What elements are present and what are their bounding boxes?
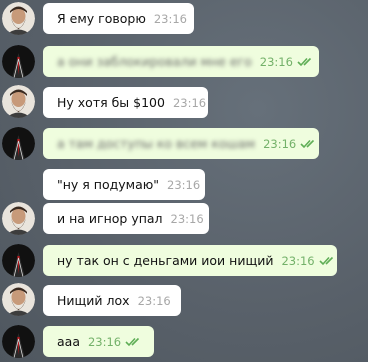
message-time: 23:16 (263, 136, 297, 151)
message-bubble[interactable]: ааа 23:16 (43, 326, 154, 357)
message-bubble[interactable]: Ну хотя бы $100 23:16 (43, 87, 208, 118)
message-time: 23:16 (281, 253, 315, 268)
message-text: ааа (57, 334, 80, 349)
message-text: "ну я подумаю" (57, 177, 160, 192)
message-bubble[interactable]: а они заблокировали мне его 23:16 (43, 46, 319, 77)
message-time: 23:16 (137, 293, 171, 308)
chat-history: Я ему говорю 23:16 а они заблокировали м… (0, 0, 368, 362)
message-text: Я ему говорю (57, 11, 146, 26)
message-text: а они заблокировали мне его (57, 54, 252, 69)
message-time: 23:16 (259, 54, 293, 69)
message-bubble[interactable]: и на игнор упал 23:16 (43, 203, 209, 234)
message-time: 23:16 (153, 11, 187, 26)
dark-suit-avatar[interactable] (2, 45, 35, 78)
message-text: а там доступы ко всем кошам (57, 136, 256, 151)
message-time: 23:16 (170, 211, 204, 226)
message-text: Нищий лох (57, 293, 130, 308)
message-time: 23:16 (167, 177, 201, 192)
message-bubble[interactable]: Нищий лох 23:16 (43, 285, 181, 316)
double-check-icon (297, 57, 311, 66)
dark-suit-avatar[interactable] (2, 325, 35, 358)
message-bubble[interactable]: Я ему говорю 23:16 (43, 3, 194, 34)
dark-suit-avatar[interactable] (2, 127, 35, 160)
message-bubble[interactable]: "ну я подумаю" 23:16 (43, 169, 205, 200)
message-text: Ну хотя бы $100 (57, 95, 165, 110)
bearded-man-avatar[interactable] (2, 2, 35, 35)
bearded-man-avatar[interactable] (2, 85, 35, 118)
message-text: и на игнор упал (57, 211, 163, 226)
bearded-man-avatar[interactable] (2, 283, 35, 316)
bearded-man-avatar[interactable] (2, 202, 35, 235)
double-check-icon (319, 256, 333, 265)
message-time: 23:16 (172, 95, 207, 110)
message-bubble[interactable]: а там доступы ко всем кошам 23:16 (43, 128, 319, 159)
message-bubble[interactable]: ну так он с деньгами иои нищий 23:16 (43, 245, 337, 276)
double-check-icon (300, 139, 315, 148)
message-time: 23:16 (87, 334, 122, 349)
double-check-icon (125, 337, 140, 346)
dark-suit-avatar[interactable] (2, 244, 35, 277)
message-text: ну так он с деньгами иои нищий (57, 253, 274, 268)
